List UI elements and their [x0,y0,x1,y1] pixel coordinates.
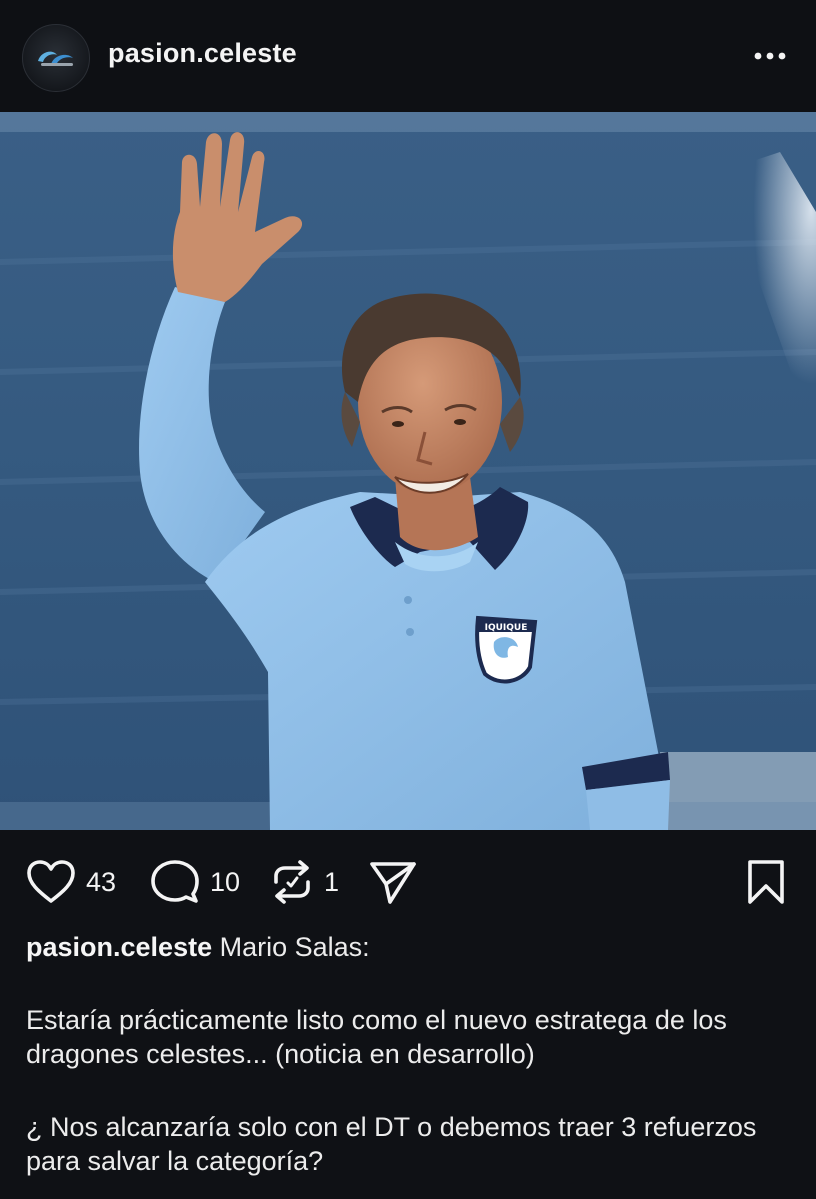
more-options-button[interactable] [748,40,792,72]
avatar[interactable] [22,24,90,92]
repost-button[interactable]: 1 [270,858,339,906]
post-photo: IQUIQUE [0,112,816,830]
caption-paragraph-1: Estaría prácticamente listo como el nuev… [26,1005,727,1069]
post-caption: pasion.celeste Mario Salas: Estaría prác… [26,930,796,1178]
caption-title: Mario Salas: [219,932,370,962]
shirt-badge-text: IQUIQUE [485,623,528,633]
save-button[interactable] [744,858,788,906]
comment-count: 10 [210,866,241,897]
caption-username[interactable]: pasion.celeste [26,932,212,962]
repost-icon [274,860,310,904]
heart-icon [27,860,75,903]
post-screen: pasion.celeste IQUIQUE 43 10 1 pasion.ce… [0,0,816,1199]
header-username[interactable]: pasion.celeste [108,38,297,69]
pc-logo-icon [38,51,73,66]
comment-icon [151,860,199,903]
more-horizontal-icon [754,52,786,60]
send-icon [370,862,416,904]
repost-count: 1 [324,866,340,897]
caption-paragraph-2: ¿ Nos alcanzaría solo con el DT o debemo… [26,1112,757,1176]
bookmark-icon [748,860,784,904]
post-image[interactable]: IQUIQUE [0,112,816,830]
post-header: pasion.celeste [0,0,816,112]
like-button[interactable]: 43 [26,858,116,906]
caption-first-line: pasion.celeste Mario Salas: [26,930,796,964]
like-count: 43 [86,866,117,897]
comment-button[interactable]: 10 [150,858,240,906]
post-actions: 43 10 1 [0,830,816,930]
share-button[interactable] [368,858,418,906]
